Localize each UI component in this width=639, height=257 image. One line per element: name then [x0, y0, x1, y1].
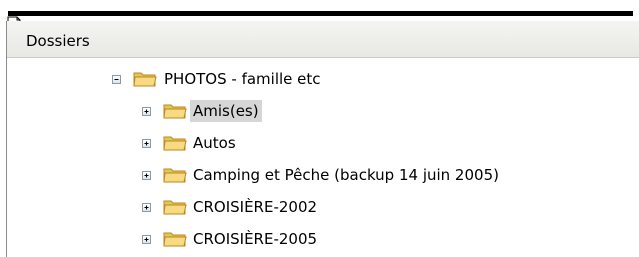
tree-row-root[interactable]: PHOTOS - famille etc — [7, 65, 639, 95]
plus-box-icon[interactable] — [142, 107, 151, 116]
heading-underline — [8, 11, 633, 16]
tree-row-camping[interactable]: Camping et Pêche (backup 14 juin 2005) — [7, 161, 639, 191]
tree-label-croisiere-2005[interactable]: CROISIÈRE-2005 — [190, 228, 320, 250]
tree-label-root[interactable]: PHOTOS - famille etc — [161, 68, 324, 90]
tree-label-camping[interactable]: Camping et Pêche (backup 14 juin 2005) — [190, 164, 502, 186]
folder-icon — [163, 200, 187, 215]
plus-box-icon[interactable] — [142, 235, 151, 244]
tree-label-croisiere-2002[interactable]: CROISIÈRE-2002 — [190, 196, 320, 218]
minus-box-icon[interactable] — [112, 75, 121, 84]
tree-row-croisiere-2002[interactable]: CROISIÈRE-2002 — [7, 193, 639, 223]
pane-title: Dossiers — [26, 32, 90, 50]
plus-box-icon[interactable] — [142, 139, 151, 148]
tree-label-amis[interactable]: Amis(es) — [190, 100, 262, 122]
tree-row-autos[interactable]: Autos — [7, 129, 639, 159]
folders-pane-header: Dossiers — [7, 21, 639, 58]
folder-icon — [163, 232, 187, 247]
folder-tree: PHOTOS - famille etc Amis(es) Autos Camp… — [7, 57, 639, 257]
tree-row-amis[interactable]: Amis(es) — [7, 97, 639, 127]
tree-row-croisiere-2005[interactable]: CROISIÈRE-2005 — [7, 225, 639, 255]
folder-icon — [163, 104, 187, 119]
folder-icon — [163, 168, 187, 183]
tree-label-autos[interactable]: Autos — [190, 132, 239, 154]
folders-pane: Dossiers PHOTOS - famille etc Amis(es) A… — [6, 21, 639, 257]
plus-box-icon[interactable] — [142, 171, 151, 180]
cropped-heading-strip — [0, 0, 639, 18]
plus-box-icon[interactable] — [142, 203, 151, 212]
folder-icon — [163, 136, 187, 151]
folder-icon — [133, 72, 157, 87]
